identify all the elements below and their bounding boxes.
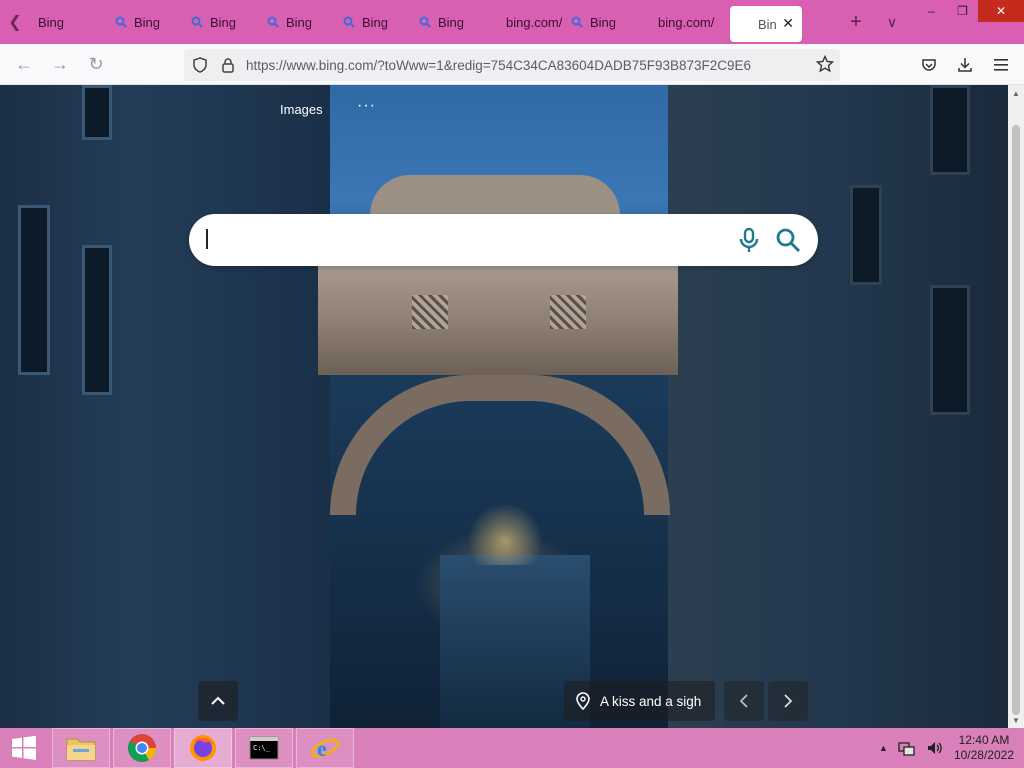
- lock-icon[interactable]: [214, 57, 242, 73]
- tab-active[interactable]: Bin ✕: [730, 6, 802, 42]
- search-box[interactable]: [189, 214, 818, 266]
- search-icon: [191, 16, 203, 28]
- chevron-left-icon: [739, 694, 748, 708]
- scroll-up-arrow[interactable]: ▲: [1008, 85, 1024, 101]
- command-prompt-icon: C:\_: [249, 736, 279, 760]
- new-tab-button[interactable]: +: [838, 0, 874, 44]
- taskbar-internet-explorer[interactable]: e: [296, 728, 354, 768]
- chrome-icon: [128, 734, 156, 762]
- tab-bing-4[interactable]: Bing: [258, 0, 334, 44]
- address-bar[interactable]: https://www.bing.com/?toWww=1&redig=754C…: [184, 49, 840, 81]
- tab-bing-com-2[interactable]: bing.com/: [638, 0, 722, 44]
- internet-explorer-icon: e: [310, 736, 340, 761]
- show-hidden-icons-button[interactable]: ▲: [879, 743, 888, 753]
- volume-icon[interactable]: [926, 740, 944, 756]
- microphone-icon[interactable]: [737, 227, 761, 258]
- menu-hamburger-icon[interactable]: [986, 50, 1016, 80]
- background-image: [0, 85, 1008, 728]
- reload-button[interactable]: ↻: [78, 46, 114, 82]
- taskbar-file-explorer[interactable]: [52, 728, 110, 768]
- close-window-button[interactable]: ✕: [978, 0, 1024, 22]
- images-link[interactable]: Images: [280, 102, 323, 117]
- search-input[interactable]: [211, 224, 711, 256]
- image-caption[interactable]: A kiss and a sigh: [564, 681, 716, 721]
- tab-label: bing.com/: [506, 14, 562, 30]
- location-pin-icon: [576, 692, 590, 710]
- tab-bing-1[interactable]: Bing: [30, 0, 106, 44]
- search-icon: [115, 16, 127, 28]
- tab-scroll-left-button[interactable]: ❮: [0, 0, 30, 44]
- network-icon[interactable]: [898, 740, 916, 756]
- start-button[interactable]: [0, 728, 48, 768]
- chevron-right-icon: [784, 694, 793, 708]
- tab-label: Bin: [758, 16, 777, 32]
- clock[interactable]: 12:40 AM 10/28/2022: [954, 733, 1014, 763]
- tab-label: Bing: [134, 14, 161, 30]
- more-options-button[interactable]: ···: [357, 97, 376, 115]
- tab-bing-2[interactable]: Bing: [106, 0, 182, 44]
- system-tray: ▲ 12:40 AM 10/28/2022: [879, 728, 1014, 768]
- forward-button[interactable]: →: [42, 46, 78, 82]
- taskbar-chrome[interactable]: [113, 728, 171, 768]
- tab-label: Bing: [590, 14, 617, 30]
- close-tab-icon[interactable]: ✕: [782, 15, 794, 32]
- restore-button[interactable]: ❐: [947, 0, 978, 22]
- back-button[interactable]: ←: [6, 46, 42, 82]
- scrollbar-thumb[interactable]: [1012, 125, 1020, 715]
- bookmark-star-icon[interactable]: [815, 54, 835, 78]
- search-icon[interactable]: [775, 227, 801, 258]
- page-scrollbar[interactable]: ▲ ▼: [1008, 85, 1024, 728]
- tab-bing-6[interactable]: Bing: [410, 0, 486, 44]
- window-controls: – ❐ ✕: [916, 0, 1024, 22]
- bing-homepage: Images ··· A kiss and a sigh: [0, 85, 1008, 728]
- search-icon: [571, 16, 583, 28]
- search-icon: [343, 16, 355, 28]
- tab-label: Bing: [438, 14, 465, 30]
- tab-label: Bing: [286, 14, 313, 30]
- downloads-icon[interactable]: [950, 50, 980, 80]
- next-image-button[interactable]: [768, 681, 808, 721]
- firefox-icon: [190, 735, 216, 761]
- tab-label: Bing: [38, 14, 65, 30]
- taskbar-firefox[interactable]: [174, 728, 232, 768]
- tab-bing-5[interactable]: Bing: [334, 0, 410, 44]
- tab-strip: ❮ Bing Bing Bing Bing Bing Bing bing.com…: [0, 0, 1024, 44]
- tracking-protection-shield-icon[interactable]: [186, 57, 214, 73]
- caption-text: A kiss and a sigh: [600, 693, 702, 709]
- text-caret: [206, 229, 208, 249]
- taskbar: C:\_ e ▲ 12:40 AM 10/28/2022: [0, 728, 1024, 768]
- windows-logo-icon: [12, 735, 36, 760]
- minimize-button[interactable]: –: [916, 0, 947, 22]
- folder-icon: [66, 738, 96, 761]
- search-icon: [419, 16, 431, 28]
- svg-text:e: e: [317, 736, 327, 761]
- tab-bing-com-1[interactable]: bing.com/: [486, 0, 562, 44]
- taskbar-command-prompt[interactable]: C:\_: [235, 728, 293, 768]
- url-text[interactable]: https://www.bing.com/?toWww=1&redig=754C…: [242, 58, 802, 73]
- previous-image-button[interactable]: [724, 681, 764, 721]
- chevron-up-icon[interactable]: [198, 681, 238, 721]
- chevron-down-icon[interactable]: ∨: [874, 0, 910, 44]
- navigation-toolbar: ← → ↻ https://www.bing.com/?toWww=1&redi…: [0, 44, 1024, 85]
- pocket-icon[interactable]: [914, 50, 944, 80]
- search-icon: [267, 16, 279, 28]
- tab-bing-7[interactable]: Bing: [562, 0, 638, 44]
- scroll-down-arrow[interactable]: ▼: [1008, 712, 1024, 728]
- tab-label: bing.com/: [658, 14, 715, 30]
- clock-date: 10/28/2022: [953, 748, 1014, 762]
- tab-label: Bing: [210, 14, 237, 30]
- clock-time: 12:40 AM: [958, 733, 1010, 747]
- tab-bing-3[interactable]: Bing: [182, 0, 258, 44]
- svg-text:C:\_: C:\_: [253, 744, 271, 752]
- tab-label: Bing: [362, 14, 389, 30]
